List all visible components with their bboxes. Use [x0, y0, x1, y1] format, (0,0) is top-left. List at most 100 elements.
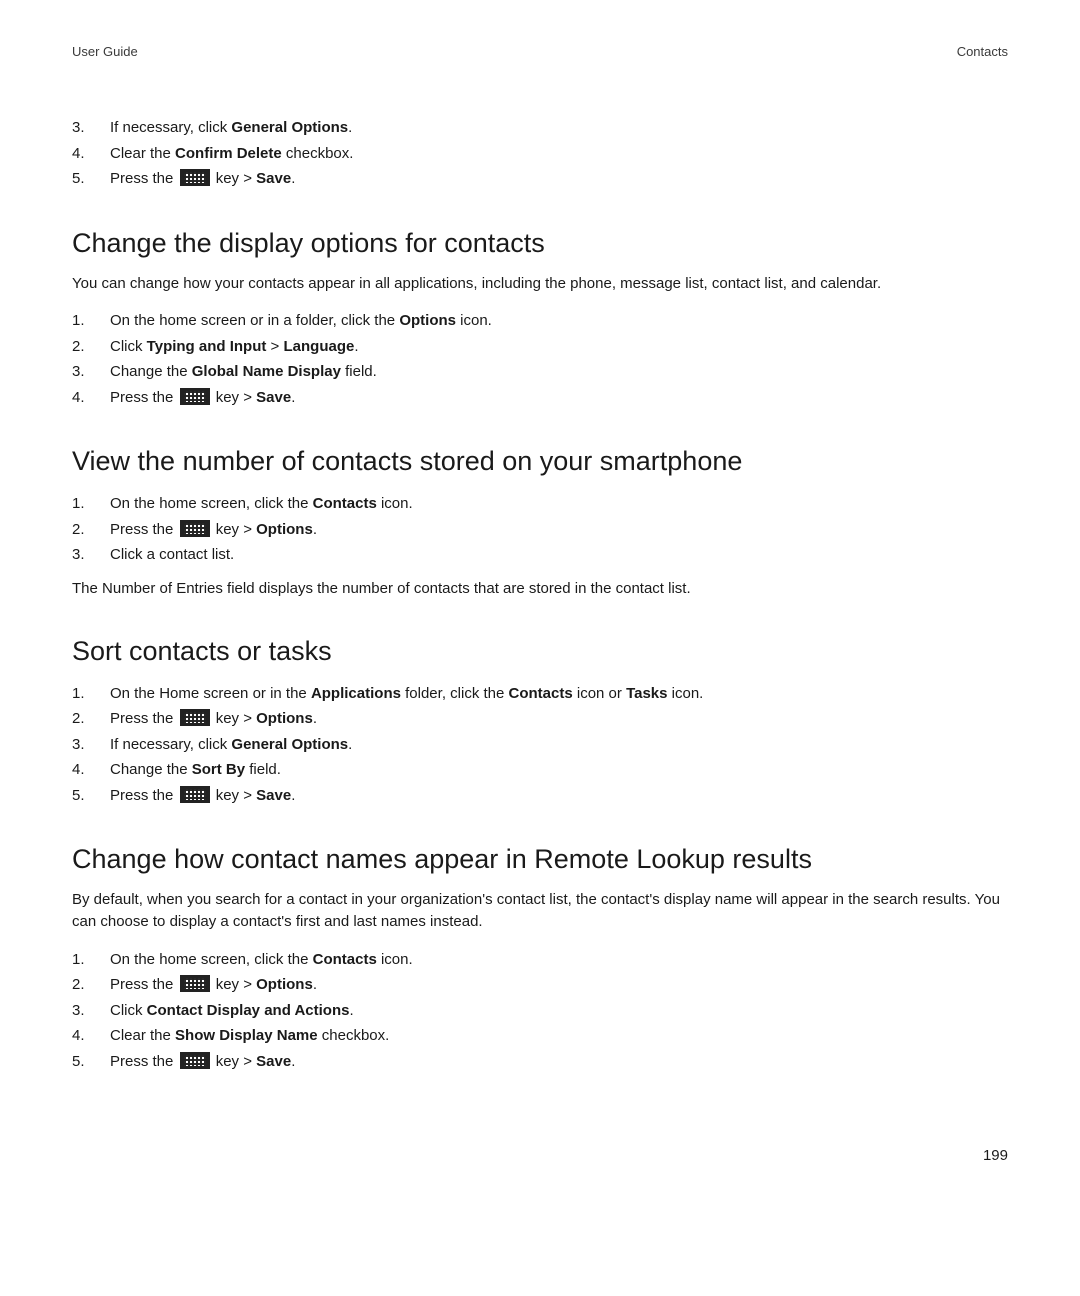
step-item: 1.On the home screen or in a folder, cli…	[72, 308, 1008, 334]
step-item: 4.Clear the Show Display Name checkbox.	[72, 1023, 1008, 1049]
bold-text: Typing and Input	[147, 338, 267, 355]
step-text: Press the key > Options.	[110, 706, 1008, 732]
step-item: 1.On the Home screen or in the Applicati…	[72, 681, 1008, 707]
bold-text: Save	[256, 1053, 291, 1070]
step-item: 5.Press the key > Save.	[72, 166, 1008, 192]
menu-key-icon	[180, 520, 210, 537]
step-number: 5.	[72, 783, 110, 809]
menu-key-icon	[180, 388, 210, 405]
bold-text: Language	[283, 338, 354, 355]
bold-text: Contacts	[313, 951, 377, 968]
step-item: 3.Change the Global Name Display field.	[72, 359, 1008, 385]
page-number: 199	[983, 1147, 1008, 1164]
page: User Guide Contacts 3.If necessary, clic…	[0, 0, 1080, 1200]
menu-key-icon	[180, 1052, 210, 1069]
steps-list: 1.On the home screen, click the Contacts…	[72, 491, 1008, 568]
step-number: 2.	[72, 706, 110, 732]
step-number: 1.	[72, 947, 110, 973]
step-text: Clear the Show Display Name checkbox.	[110, 1023, 1008, 1049]
step-number: 4.	[72, 1023, 110, 1049]
bold-text: Contact Display and Actions	[147, 1002, 350, 1019]
step-number: 2.	[72, 334, 110, 360]
step-text: Clear the Confirm Delete checkbox.	[110, 141, 1008, 167]
step-number: 4.	[72, 385, 110, 411]
bold-text: Global Name Display	[192, 363, 341, 380]
menu-key-icon	[180, 709, 210, 726]
step-item: 4.Press the key > Save.	[72, 385, 1008, 411]
bold-text: Contacts	[313, 495, 377, 512]
step-number: 3.	[72, 998, 110, 1024]
step-item: 2.Press the key > Options.	[72, 972, 1008, 998]
step-item: 4.Change the Sort By field.	[72, 757, 1008, 783]
header-right: Contacts	[957, 44, 1008, 59]
bold-text: Sort By	[192, 761, 245, 778]
step-item: 1.On the home screen, click the Contacts…	[72, 491, 1008, 517]
bold-text: General Options	[231, 736, 348, 753]
menu-key-icon	[180, 169, 210, 186]
step-number: 1.	[72, 681, 110, 707]
step-number: 3.	[72, 732, 110, 758]
step-text: Click a contact list.	[110, 542, 1008, 568]
step-item: 2.Press the key > Options.	[72, 706, 1008, 732]
step-number: 2.	[72, 972, 110, 998]
step-text: Press the key > Save.	[110, 166, 1008, 192]
step-text: If necessary, click General Options.	[110, 732, 1008, 758]
bold-text: Applications	[311, 685, 401, 702]
bold-text: Save	[256, 170, 291, 187]
step-text: Press the key > Save.	[110, 783, 1008, 809]
step-item: 3.If necessary, click General Options.	[72, 115, 1008, 141]
step-number: 3.	[72, 115, 110, 141]
step-number: 4.	[72, 757, 110, 783]
step-number: 1.	[72, 491, 110, 517]
steps-list: 1.On the home screen or in a folder, cli…	[72, 308, 1008, 410]
menu-key-icon	[180, 786, 210, 803]
header-left: User Guide	[72, 44, 138, 59]
bold-text: Options	[399, 312, 456, 329]
section-intro: You can change how your contacts appear …	[72, 273, 1008, 295]
step-number: 5.	[72, 1049, 110, 1075]
menu-key-icon	[180, 975, 210, 992]
steps-list: 1.On the home screen, click the Contacts…	[72, 947, 1008, 1075]
step-item: 1.On the home screen, click the Contacts…	[72, 947, 1008, 973]
steps-list: 1.On the Home screen or in the Applicati…	[72, 681, 1008, 809]
step-text: On the Home screen or in the Application…	[110, 681, 1008, 707]
bold-text: Tasks	[626, 685, 667, 702]
bold-text: General Options	[231, 119, 348, 136]
step-item: 5.Press the key > Save.	[72, 1049, 1008, 1075]
running-header: User Guide Contacts	[72, 44, 1008, 59]
step-item: 2.Click Typing and Input > Language.	[72, 334, 1008, 360]
step-number: 3.	[72, 359, 110, 385]
section-title: Change the display options for contacts	[72, 228, 1008, 259]
step-text: Press the key > Options.	[110, 972, 1008, 998]
step-item: 2.Press the key > Options.	[72, 517, 1008, 543]
step-number: 5.	[72, 166, 110, 192]
step-number: 2.	[72, 517, 110, 543]
step-text: On the home screen, click the Contacts i…	[110, 491, 1008, 517]
step-text: Change the Global Name Display field.	[110, 359, 1008, 385]
step-text: Press the key > Save.	[110, 385, 1008, 411]
step-item: 4.Clear the Confirm Delete checkbox.	[72, 141, 1008, 167]
sections-container: Change the display options for contacts Y…	[72, 228, 1008, 1075]
step-number: 4.	[72, 141, 110, 167]
step-text: If necessary, click General Options.	[110, 115, 1008, 141]
section-title: Sort contacts or tasks	[72, 636, 1008, 667]
step-number: 1.	[72, 308, 110, 334]
step-text: Press the key > Save.	[110, 1049, 1008, 1075]
section-intro: By default, when you search for a contac…	[72, 889, 1008, 933]
section-title: View the number of contacts stored on yo…	[72, 446, 1008, 477]
step-text: On the home screen or in a folder, click…	[110, 308, 1008, 334]
section-title: Change how contact names appear in Remot…	[72, 844, 1008, 875]
step-text: Press the key > Options.	[110, 517, 1008, 543]
step-text: Click Contact Display and Actions.	[110, 998, 1008, 1024]
bold-text: Show Display Name	[175, 1027, 318, 1044]
bold-text: Options	[256, 521, 313, 538]
step-item: 5.Press the key > Save.	[72, 783, 1008, 809]
bold-text: Confirm Delete	[175, 145, 282, 162]
step-text: Change the Sort By field.	[110, 757, 1008, 783]
step-item: 3.If necessary, click General Options.	[72, 732, 1008, 758]
step-item: 3.Click Contact Display and Actions.	[72, 998, 1008, 1024]
bold-text: Save	[256, 389, 291, 406]
step-number: 3.	[72, 542, 110, 568]
bold-text: Options	[256, 710, 313, 727]
step-text: Click Typing and Input > Language.	[110, 334, 1008, 360]
